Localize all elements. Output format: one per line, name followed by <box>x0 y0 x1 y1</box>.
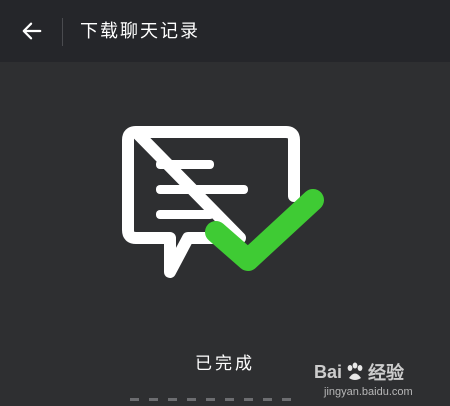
baidu-jingyan-watermark: Bai 经验 jingyan.baidu.com <box>314 358 442 402</box>
paw-icon <box>347 362 363 380</box>
back-button[interactable] <box>14 16 50 46</box>
page-title: 下载聊天记录 <box>80 21 200 42</box>
arrow-left-icon <box>22 22 42 40</box>
watermark-brand-prefix: Bai <box>314 361 343 382</box>
baidu-logo: Bai 经验 <box>314 358 404 386</box>
watermark-url: jingyan.baidu.com <box>324 386 413 398</box>
download-chat-history-screen: 下载聊天记录 已完成 Bai 经验 jingyan.baidu.com <box>0 0 450 406</box>
chat-message-check-icon <box>122 126 324 278</box>
text-line-2 <box>156 185 248 194</box>
top-bar: 下载聊天记录 <box>0 0 450 62</box>
text-line-1 <box>156 160 214 169</box>
header-divider <box>62 18 63 46</box>
faded-hint-text <box>130 394 320 406</box>
text-line-3 <box>156 210 214 219</box>
watermark-brand-suffix: 经验 <box>368 363 405 383</box>
